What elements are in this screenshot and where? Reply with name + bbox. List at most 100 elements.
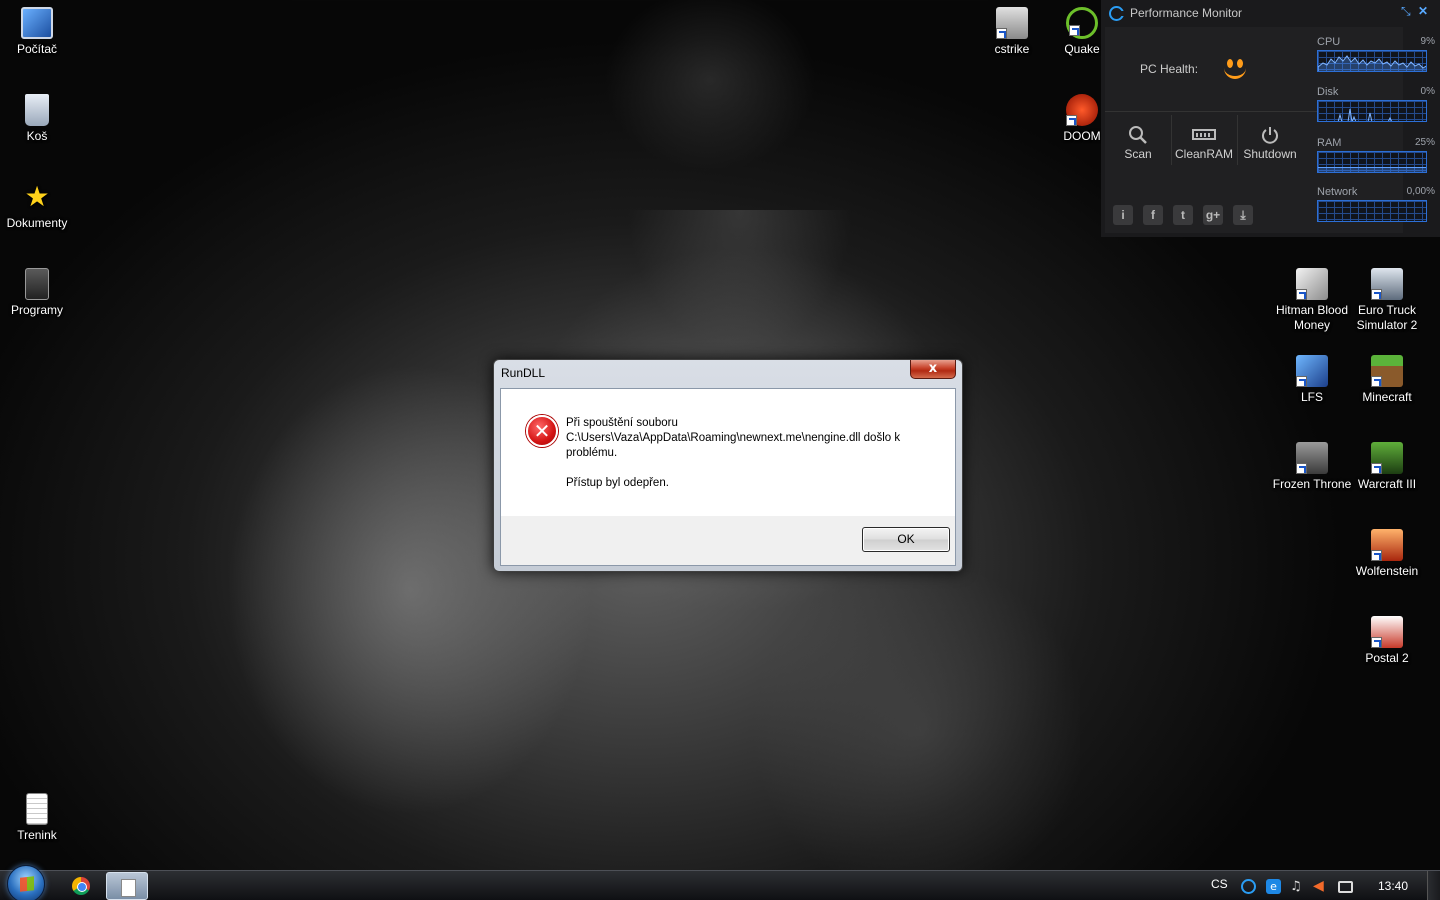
desktop-icon-euro-truck[interactable]: Euro Truck Simulator 2: [1347, 268, 1427, 333]
desktop-icon-recycle-bin[interactable]: Koš: [0, 94, 77, 144]
language-indicator[interactable]: CS: [1211, 877, 1228, 891]
dialog-message: Při spouštění souboru C:\Users\Vaza\AppD…: [566, 416, 936, 506]
power-icon: [1262, 127, 1278, 144]
google-plus-icon[interactable]: g+: [1203, 205, 1223, 225]
shortcut-arrow-icon: [1371, 550, 1382, 561]
shutdown-button[interactable]: Shutdown: [1237, 125, 1303, 161]
close-button[interactable]: x: [910, 360, 956, 379]
desktop-icon-label: Postal 2: [1365, 651, 1409, 665]
truck-icon: [1371, 268, 1403, 300]
desktop-icon-programs[interactable]: Programy: [0, 268, 77, 318]
warcraft-icon: [1371, 442, 1403, 474]
ram-fill: [1318, 167, 1426, 172]
scan-label: Scan: [1124, 147, 1152, 161]
programs-icon: [25, 268, 49, 300]
shortcut-arrow-icon: [1371, 637, 1382, 648]
recycle-bin-icon: [25, 94, 49, 126]
desktop-icon-label: LFS: [1300, 390, 1323, 404]
facebook-icon[interactable]: f: [1143, 205, 1163, 225]
shortcut-arrow-icon: [1066, 115, 1077, 126]
perf-meters-panel: CPU 9% Disk 0% RAM 25% Network 0,00%: [1309, 27, 1440, 237]
network-icon[interactable]: [1338, 881, 1353, 893]
frozen-throne-icon: [1296, 442, 1328, 474]
dialog-message-area: ✕ Při spouštění souboru C:\Users\Vaza\Ap…: [501, 389, 955, 516]
search-icon: [1129, 126, 1147, 144]
speaker-icon[interactable]: ♫: [1290, 879, 1305, 894]
ram-graph: [1317, 151, 1427, 173]
network-graph: [1317, 200, 1427, 222]
computer-icon: [21, 7, 53, 39]
shortcut-arrow-icon: [1069, 25, 1080, 36]
show-desktop-button[interactable]: [1427, 871, 1440, 900]
cleanram-label: CleanRAM: [1174, 147, 1234, 161]
dialog-title: RunDLL: [501, 366, 546, 380]
shortcut-arrow-icon: [1371, 289, 1382, 300]
ok-button[interactable]: OK: [862, 527, 950, 552]
cc-icon[interactable]: [1241, 879, 1256, 894]
shortcut-arrow-icon: [1371, 376, 1382, 387]
meter-name: Disk: [1317, 86, 1339, 98]
chrome-icon[interactable]: [72, 877, 90, 895]
meter-name: Network: [1317, 186, 1358, 198]
text-file-icon: [26, 793, 48, 825]
minecraft-icon: [1371, 355, 1403, 387]
meter-value: 25%: [1414, 137, 1435, 148]
flag-icon[interactable]: ◀: [1313, 879, 1328, 894]
start-button[interactable]: [7, 865, 45, 900]
social-links: i f t g+ ⤓: [1113, 205, 1253, 225]
perf-title: Performance Monitor: [1130, 6, 1243, 20]
desktop-icon-documents[interactable]: ★ Dokumenty: [0, 181, 77, 231]
meter-network: Network 0,00%: [1317, 186, 1435, 228]
shortcut-arrow-icon: [996, 28, 1007, 39]
ram-icon: [1192, 129, 1216, 140]
browser-e-icon[interactable]: e: [1266, 879, 1281, 894]
desktop-icon-cstrike[interactable]: cstrike: [972, 7, 1052, 57]
close-icon[interactable]: ✕: [1418, 4, 1428, 18]
meter-value: 0%: [1420, 86, 1435, 97]
perf-title-bar: Performance Monitor: [1109, 4, 1242, 22]
desktop-icon-trenink[interactable]: Trenink: [0, 793, 77, 843]
desktop-icon-wolfenstein[interactable]: Wolfenstein: [1347, 529, 1427, 579]
notepad-taskbar-button[interactable]: [106, 872, 148, 900]
meter-disk: Disk 0%: [1317, 86, 1435, 128]
shortcut-arrow-icon: [1371, 463, 1382, 474]
meter-ram: RAM 25%: [1317, 137, 1435, 179]
counter-strike-icon: [996, 7, 1028, 39]
download-icon[interactable]: ⤓: [1233, 205, 1253, 225]
disk-graph: [1317, 100, 1427, 122]
desktop-icon-postal[interactable]: Postal 2: [1347, 616, 1427, 666]
desktop-icon-minecraft[interactable]: Minecraft: [1347, 355, 1427, 405]
rundll-dialog: RunDLL x ✕ Při spouštění souboru C:\User…: [493, 359, 963, 572]
desktop-icon-warcraft[interactable]: Warcraft III: [1347, 442, 1427, 492]
shortcut-arrow-icon: [1296, 463, 1307, 474]
meter-value: 0,00%: [1406, 186, 1435, 197]
cleanram-button[interactable]: CleanRAM: [1171, 125, 1237, 161]
smiley-icon: [1221, 57, 1249, 81]
desktop-icon-label: Hitman Blood Money: [1275, 303, 1349, 332]
dialog-body: ✕ Při spouštění souboru C:\Users\Vaza\Ap…: [500, 388, 956, 566]
desktop-icon-label: Warcraft III: [1357, 477, 1417, 491]
quake-icon: [1066, 7, 1098, 39]
desktop-icon-label: Wolfenstein: [1355, 564, 1419, 578]
desktop-icon-lfs[interactable]: LFS: [1272, 355, 1352, 405]
desktop-icon-label: Minecraft: [1362, 390, 1412, 404]
collapse-icon[interactable]: ⤡: [1401, 4, 1411, 19]
desktop-icon-label: Euro Truck Simulator 2: [1356, 303, 1418, 332]
tumblr-icon[interactable]: t: [1173, 205, 1193, 225]
info-icon[interactable]: i: [1113, 205, 1133, 225]
desktop-icon-label: cstrike: [994, 42, 1030, 56]
desktop-icon-computer[interactable]: Počítač: [0, 7, 77, 57]
performance-monitor-widget: Performance Monitor ⤡ ✕ PC Health: Scan: [1101, 0, 1440, 237]
postal-icon: [1371, 616, 1403, 648]
desktop-icon-hitman[interactable]: Hitman Blood Money: [1272, 268, 1352, 333]
meter-cpu: CPU 9%: [1317, 36, 1435, 78]
desktop-icon-label: Koš: [26, 129, 48, 143]
clock[interactable]: 13:40: [1378, 879, 1408, 893]
shutdown-label: Shutdown: [1243, 147, 1297, 161]
desktop-icon-label: Počítač: [16, 42, 58, 56]
cc-logo-icon: [1109, 5, 1124, 21]
desktop-icon-frozen-throne[interactable]: Frozen Throne: [1272, 442, 1352, 492]
desktop-icon-label: Frozen Throne: [1272, 477, 1352, 491]
scan-button[interactable]: Scan: [1105, 125, 1171, 161]
message-text: Při spouštění souboru C:\Users\Vaza\AppD…: [566, 417, 901, 459]
